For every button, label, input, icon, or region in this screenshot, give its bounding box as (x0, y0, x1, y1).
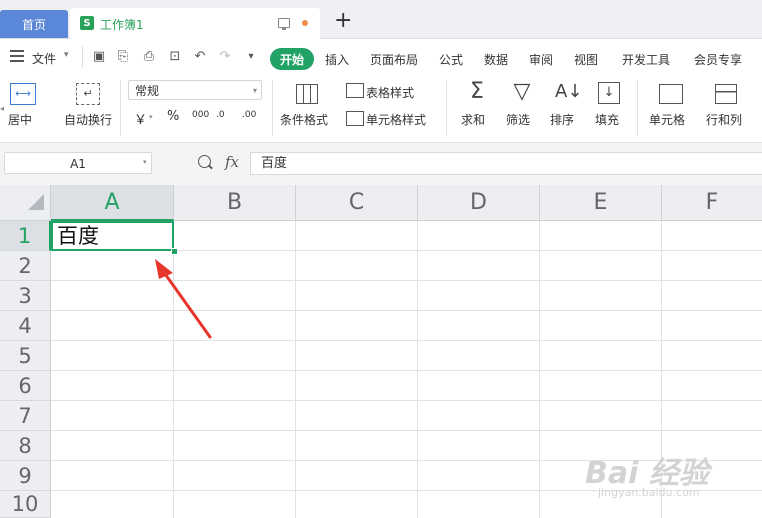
number-format-select[interactable]: 常规 ▾ (128, 80, 262, 100)
print-icon[interactable]: ⎙ (142, 50, 156, 64)
fill-label[interactable]: 填充 (595, 111, 619, 128)
fx-icon[interactable]: fx (225, 153, 239, 171)
conditional-format-label[interactable]: 条件格式 (280, 111, 328, 128)
ribbon-divider (120, 80, 121, 136)
grid-line (51, 370, 762, 371)
export-icon[interactable]: ⎘ (116, 50, 130, 64)
tab-bar: 首页 S 工作簿1 + (0, 0, 762, 39)
sort-icon[interactable]: A↓ (555, 80, 582, 104)
row-header-3[interactable]: 3 (0, 281, 51, 311)
menu-member[interactable]: 会员专享 (694, 51, 742, 68)
tab-document-label: 工作簿1 (100, 18, 144, 32)
chevron-down-icon[interactable]: ▾ (64, 50, 69, 60)
sum-icon[interactable]: Σ (466, 80, 488, 104)
ribbon-divider (272, 80, 273, 136)
cell-style-icon[interactable] (346, 111, 364, 126)
merge-center-icon[interactable]: ⟷ (10, 83, 36, 105)
filter-icon[interactable]: ▽ (510, 80, 534, 104)
fill-icon[interactable]: ↓ (598, 82, 620, 104)
ribbon-divider (446, 80, 447, 136)
tab-home[interactable]: 首页 (0, 10, 68, 38)
row-header-5[interactable]: 5 (0, 341, 51, 371)
row-header-1[interactable]: 1 (0, 221, 51, 251)
new-tab-plus-icon[interactable]: + (334, 10, 352, 32)
annotation-arrow-icon (155, 259, 212, 339)
table-style-icon[interactable] (346, 83, 364, 98)
divider (82, 46, 83, 68)
column-header-e[interactable]: E (540, 185, 662, 221)
fill-handle[interactable] (171, 248, 178, 255)
redo-icon[interactable]: ↷ (218, 50, 232, 64)
grid-line (51, 430, 762, 431)
menu-start[interactable]: 开始 (270, 48, 314, 70)
row-header-4[interactable]: 4 (0, 311, 51, 341)
thousands-button[interactable]: 000 (192, 110, 209, 120)
row-header-6[interactable]: 6 (0, 371, 51, 401)
cell-label[interactable]: 单元格 (649, 111, 685, 128)
increase-decimal-button[interactable]: .0 (216, 110, 225, 120)
zoom-icon[interactable] (198, 155, 211, 168)
tab-home-label: 首页 (21, 17, 46, 32)
sort-label[interactable]: 排序 (550, 111, 574, 128)
chevron-down-icon[interactable]: ▾ (143, 158, 147, 166)
menu-start-label: 开始 (279, 52, 304, 67)
ribbon-divider (637, 80, 638, 136)
formula-input[interactable]: 百度 (250, 152, 762, 175)
monitor-icon[interactable] (278, 18, 290, 30)
wrap-text-label[interactable]: 自动换行 (64, 111, 112, 128)
ribbon-scroll-left-icon[interactable]: ◂ (0, 104, 4, 113)
unsaved-dot-icon (302, 20, 308, 26)
print-preview-icon[interactable]: ⊡ (168, 50, 182, 64)
column-header-c[interactable]: C (296, 185, 418, 221)
menu-data[interactable]: 数据 (484, 51, 508, 68)
column-header-a[interactable]: A (51, 185, 174, 221)
row-header-7[interactable]: 7 (0, 401, 51, 431)
currency-button[interactable]: ￥ (134, 109, 147, 128)
menu-page-layout[interactable]: 页面布局 (370, 51, 418, 68)
cell-icon[interactable] (659, 84, 683, 104)
grid-line (51, 400, 762, 401)
menu-file[interactable]: 文件 (32, 50, 56, 67)
menu-review[interactable]: 审阅 (529, 51, 553, 68)
save-icon[interactable]: ▣ (92, 50, 106, 64)
row-header-8[interactable]: 8 (0, 431, 51, 461)
row-header-9[interactable]: 9 (0, 461, 51, 491)
menu-formulas[interactable]: 公式 (439, 51, 463, 68)
column-header-b[interactable]: B (174, 185, 296, 221)
row-header-2[interactable]: 2 (0, 251, 51, 281)
chevron-down-icon[interactable]: ▾ (149, 113, 153, 121)
cell-a1[interactable]: 百度 (51, 221, 174, 251)
tab-document[interactable]: S 工作簿1 (70, 8, 320, 39)
menu-insert[interactable]: 插入 (325, 51, 349, 68)
row-column-label[interactable]: 行和列 (706, 111, 742, 128)
undo-icon[interactable]: ↶ (193, 50, 207, 64)
column-header-f[interactable]: F (662, 185, 762, 221)
menu-view[interactable]: 视图 (574, 51, 598, 68)
table-style-label[interactable]: 表格样式 (366, 84, 414, 101)
percent-button[interactable]: % (167, 109, 179, 124)
select-all-triangle-icon (28, 194, 44, 210)
conditional-format-icon[interactable] (296, 84, 318, 104)
filter-label[interactable]: 筛选 (506, 111, 530, 128)
decrease-decimal-button[interactable]: .00 (242, 110, 256, 120)
baidu-watermark-url: jingyan.baidu.com (598, 486, 700, 499)
menu-developer[interactable]: 开发工具 (622, 51, 670, 68)
cell-style-label[interactable]: 单元格样式 (366, 111, 426, 128)
row-column-icon[interactable] (715, 84, 737, 104)
name-box[interactable]: A1 (4, 152, 152, 174)
customize-chevron-icon[interactable]: ▾ (244, 50, 258, 64)
spreadsheet-icon: S (80, 16, 94, 30)
sum-label[interactable]: 求和 (461, 111, 485, 128)
hamburger-icon[interactable] (10, 50, 24, 62)
wrap-text-icon[interactable]: ↵ (76, 83, 100, 105)
column-header-d[interactable]: D (418, 185, 540, 221)
number-format-value: 常规 (135, 84, 160, 98)
chevron-down-icon: ▾ (252, 86, 257, 95)
merge-center-label[interactable]: 居中 (8, 111, 32, 128)
row-header-10[interactable]: 10 (0, 491, 51, 518)
